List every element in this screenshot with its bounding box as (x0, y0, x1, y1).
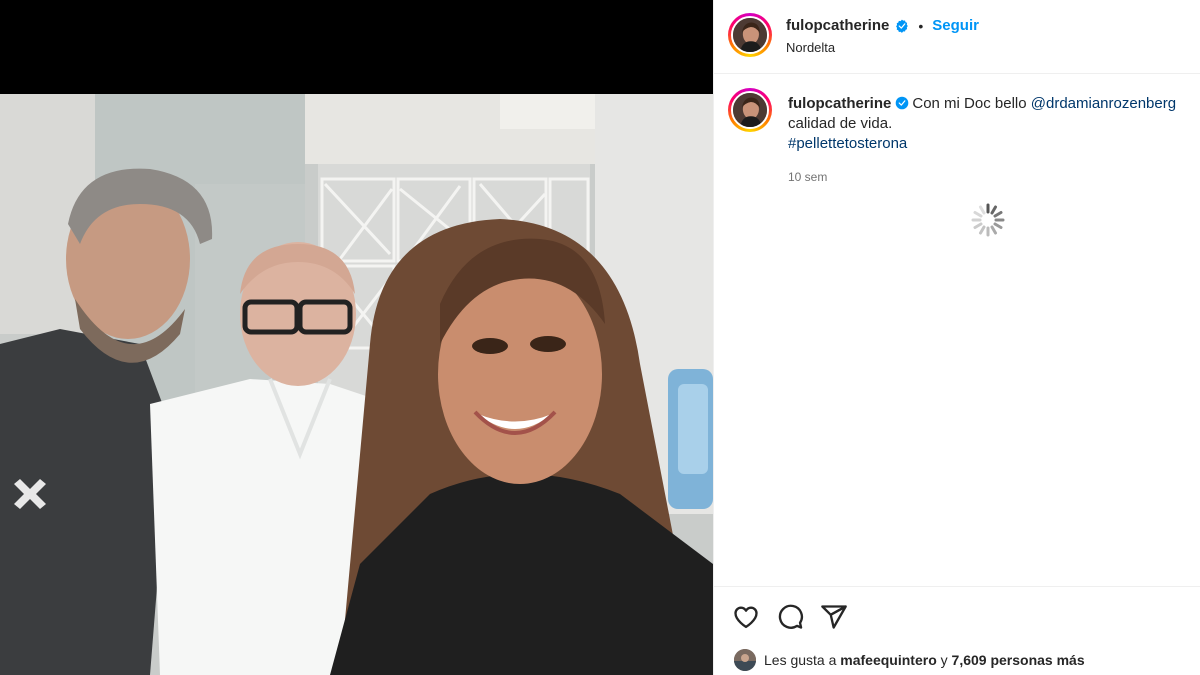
header-user-row: fulopcatherine • Seguir (786, 17, 979, 34)
author-username[interactable]: fulopcatherine (786, 17, 889, 34)
post-caption: fulopcatherine Con mi Doc bello @drdamian… (788, 94, 1188, 154)
comment-icon[interactable] (776, 603, 804, 631)
caption-username[interactable]: fulopcatherine (788, 95, 891, 112)
author-avatar[interactable] (728, 13, 772, 57)
post-location[interactable]: Nordelta (786, 40, 835, 55)
post-side-panel: fulopcatherine • Seguir Nordelta fulopca… (713, 0, 1200, 675)
post-media[interactable] (0, 0, 713, 675)
share-icon[interactable] (820, 603, 848, 631)
heart-icon[interactable] (732, 603, 760, 631)
post-actions: Les gusta a mafeequintero y 7,609 person… (714, 586, 1200, 675)
caption-text-after: calidad de vida. (788, 115, 893, 132)
caption-avatar[interactable] (728, 88, 772, 132)
likes-count-link[interactable]: 7,609 personas más (952, 652, 1085, 668)
caption-text-before: Con mi Doc bello (912, 95, 1027, 112)
likes-conjunction: y (940, 652, 948, 668)
caption-hashtag-link[interactable]: #pellettetosterona (788, 135, 907, 152)
verified-badge-icon (896, 96, 909, 110)
author-avatar-image (731, 16, 769, 54)
verified-badge-icon (896, 19, 909, 33)
follow-button[interactable]: Seguir (932, 17, 979, 34)
likes-summary: Les gusta a mafeequintero y 7,609 person… (734, 649, 1085, 671)
caption-avatar-image (731, 91, 769, 129)
header-separator: • (918, 17, 924, 34)
caption-section: fulopcatherine Con mi Doc bello @drdamian… (714, 74, 1200, 586)
liker-avatar[interactable] (734, 649, 756, 671)
liker-username[interactable]: mafeequintero (840, 652, 936, 668)
post-photo (0, 94, 713, 675)
loading-spinner-icon (971, 203, 1005, 237)
caption-mention-link[interactable]: @drdamianrozenberg (1031, 95, 1176, 112)
post-header: fulopcatherine • Seguir Nordelta (714, 0, 1200, 74)
likes-prefix: Les gusta a (764, 652, 837, 668)
post-timestamp[interactable]: 10 sem (788, 170, 827, 184)
post-photo-image (0, 94, 713, 675)
